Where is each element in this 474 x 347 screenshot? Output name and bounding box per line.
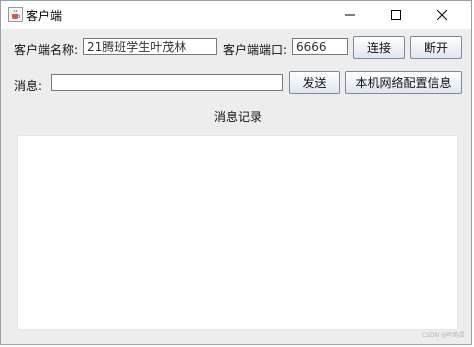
client-port-label: 客户端端口: (223, 43, 288, 57)
disconnect-button[interactable]: 断开 (410, 36, 462, 59)
client-window: 客户端 客户端名称: 21腾班学生叶茂林 客户端端口: 6666 连接 断开 消… (0, 0, 472, 345)
client-port-input[interactable]: 6666 (292, 38, 348, 55)
maximize-icon (391, 10, 401, 20)
minimize-icon (345, 14, 355, 16)
watermark: CSDN @叶韵灵 (421, 332, 465, 339)
client-name-label: 客户端名称: (14, 43, 79, 57)
message-log-area[interactable] (17, 135, 458, 330)
message-log-title: 消息记录 (213, 110, 262, 124)
minimize-button[interactable] (327, 1, 373, 29)
java-cup-icon (8, 7, 23, 22)
connect-button[interactable]: 连接 (353, 36, 405, 59)
close-icon (437, 10, 447, 20)
close-button[interactable] (419, 1, 465, 29)
title-bar: 客户端 (1, 1, 471, 29)
message-label: 消息: (14, 79, 43, 93)
maximize-button[interactable] (373, 1, 419, 29)
window-title: 客户端 (26, 9, 63, 23)
client-name-input[interactable]: 21腾班学生叶茂林 (83, 38, 217, 55)
network-config-button[interactable]: 本机网络配置信息 (345, 71, 462, 94)
message-input[interactable] (51, 74, 283, 91)
send-button[interactable]: 发送 (289, 71, 340, 94)
